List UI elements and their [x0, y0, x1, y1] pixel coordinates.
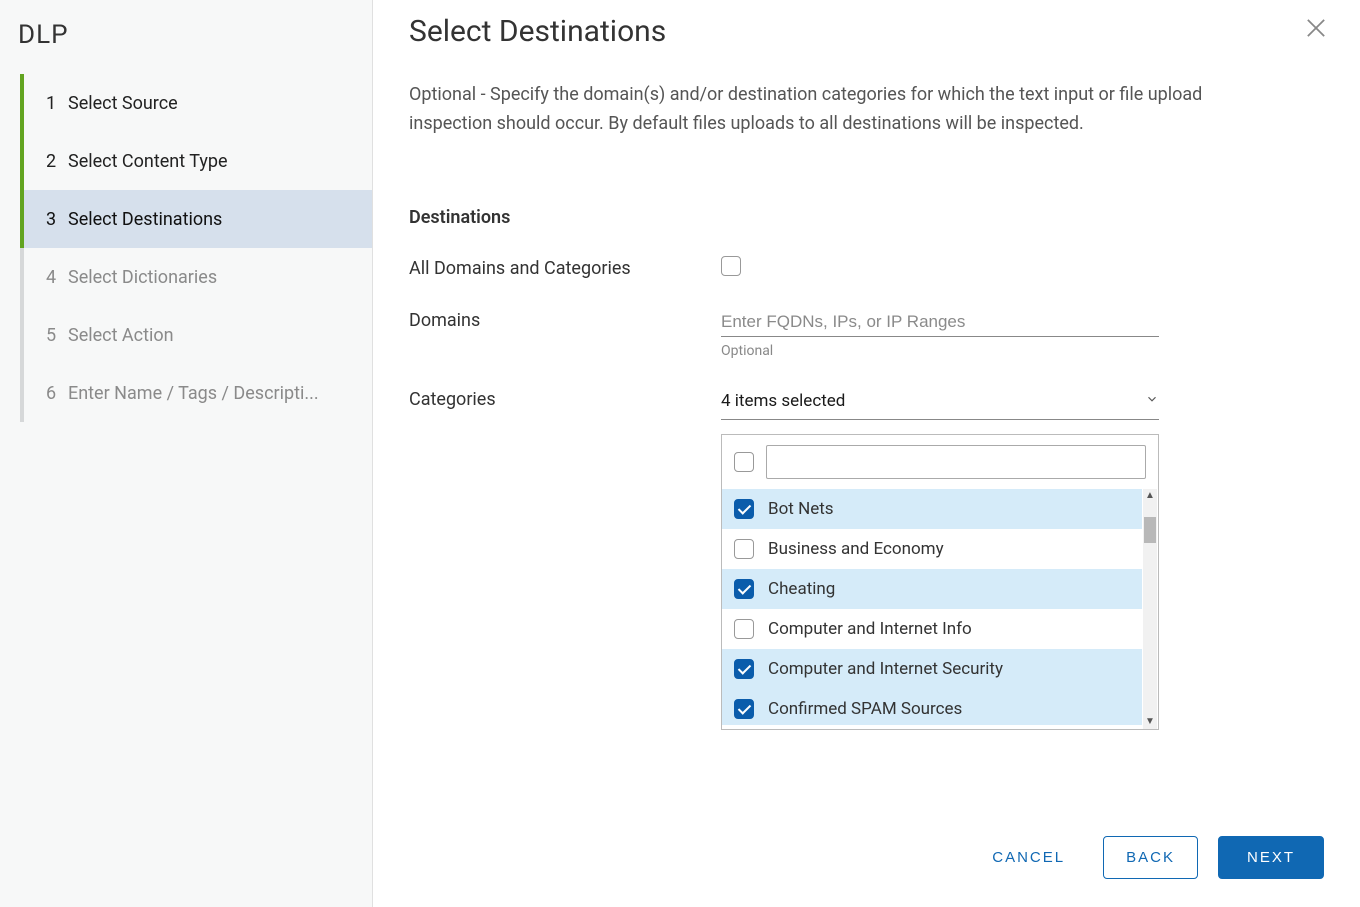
row-domains: Domains Optional — [409, 308, 1324, 359]
scroll-up-icon[interactable]: ▲ — [1143, 489, 1157, 503]
step-label: Select Content Type — [68, 151, 228, 172]
main-panel: Select Destinations Optional - Specify t… — [373, 0, 1360, 907]
step-label: Select Source — [68, 93, 178, 114]
scrollbar-track[interactable]: ▲ ▼ — [1143, 489, 1157, 729]
checkbox-option[interactable] — [734, 579, 754, 599]
chevron-down-icon — [1145, 391, 1159, 411]
checkbox-option[interactable] — [734, 699, 754, 719]
checkbox-option[interactable] — [734, 499, 754, 519]
categories-search-input[interactable] — [766, 445, 1146, 479]
scroll-down-icon[interactable]: ▼ — [1143, 715, 1157, 729]
option-label: Confirmed SPAM Sources — [768, 699, 962, 719]
page-description: Optional - Specify the domain(s) and/or … — [409, 81, 1249, 139]
sidebar-title: DLP — [0, 12, 372, 74]
option-computer-info[interactable]: Computer and Internet Info — [722, 609, 1142, 649]
step-label: Enter Name / Tags / Descripti... — [68, 383, 319, 404]
checkbox-option[interactable] — [734, 619, 754, 639]
step-number: 2 — [46, 151, 68, 172]
option-label: Bot Nets — [768, 499, 834, 519]
scrollbar-thumb[interactable] — [1144, 517, 1156, 543]
option-label: Computer and Internet Info — [768, 619, 972, 639]
step-label: Select Action — [68, 325, 174, 346]
domains-helper: Optional — [721, 343, 1159, 359]
label-domains: Domains — [409, 308, 721, 331]
section-header-destinations: Destinations — [409, 207, 1324, 228]
page-title: Select Destinations — [409, 14, 1324, 49]
step-select-content-type[interactable]: 2 Select Content Type — [20, 132, 372, 190]
step-number: 6 — [46, 383, 68, 404]
step-label: Select Dictionaries — [68, 267, 217, 288]
wizard-sidebar: DLP 1 Select Source 2 Select Content Typ… — [0, 0, 373, 907]
step-number: 4 — [46, 267, 68, 288]
option-spam-sources[interactable]: Confirmed SPAM Sources — [722, 689, 1142, 725]
step-number: 3 — [46, 209, 68, 230]
option-computer-security[interactable]: Computer and Internet Security — [722, 649, 1142, 689]
checkbox-option[interactable] — [734, 539, 754, 559]
categories-select[interactable]: 4 items selected — [721, 387, 1159, 420]
step-select-dictionaries[interactable]: 4 Select Dictionaries — [20, 248, 372, 306]
option-bot-nets[interactable]: Bot Nets — [722, 489, 1142, 529]
checkbox-select-all[interactable] — [734, 452, 754, 472]
row-categories: Categories 4 items selected — [409, 387, 1324, 730]
categories-summary: 4 items selected — [721, 391, 845, 411]
step-enter-name[interactable]: 6 Enter Name / Tags / Descripti... — [20, 364, 372, 422]
options-viewport: Bot Nets Business and Economy Cheating — [722, 489, 1158, 729]
next-button[interactable]: NEXT — [1218, 836, 1324, 879]
row-all-domains: All Domains and Categories — [409, 256, 1324, 280]
categories-dropdown: Bot Nets Business and Economy Cheating — [721, 434, 1159, 730]
label-all-domains: All Domains and Categories — [409, 256, 721, 279]
options-list: Bot Nets Business and Economy Cheating — [722, 489, 1142, 729]
step-select-action[interactable]: 5 Select Action — [20, 306, 372, 364]
cancel-button[interactable]: CANCEL — [974, 837, 1083, 878]
option-label: Business and Economy — [768, 539, 944, 559]
option-label: Computer and Internet Security — [768, 659, 1003, 679]
label-categories: Categories — [409, 387, 721, 410]
step-list: 1 Select Source 2 Select Content Type 3 … — [20, 74, 372, 422]
checkbox-option[interactable] — [734, 659, 754, 679]
step-select-destinations[interactable]: 3 Select Destinations — [24, 190, 372, 248]
close-icon[interactable] — [1302, 14, 1330, 42]
step-number: 1 — [46, 93, 68, 114]
domains-input[interactable] — [721, 308, 1159, 337]
back-button[interactable]: BACK — [1103, 836, 1198, 879]
option-cheating[interactable]: Cheating — [722, 569, 1142, 609]
wizard-footer: CANCEL BACK NEXT — [373, 820, 1360, 907]
option-business-economy[interactable]: Business and Economy — [722, 529, 1142, 569]
step-number: 5 — [46, 325, 68, 346]
dropdown-search-row — [722, 435, 1158, 489]
option-label: Cheating — [768, 579, 835, 599]
step-label: Select Destinations — [68, 209, 222, 230]
checkbox-all-domains[interactable] — [721, 256, 741, 276]
step-select-source[interactable]: 1 Select Source — [20, 74, 372, 132]
